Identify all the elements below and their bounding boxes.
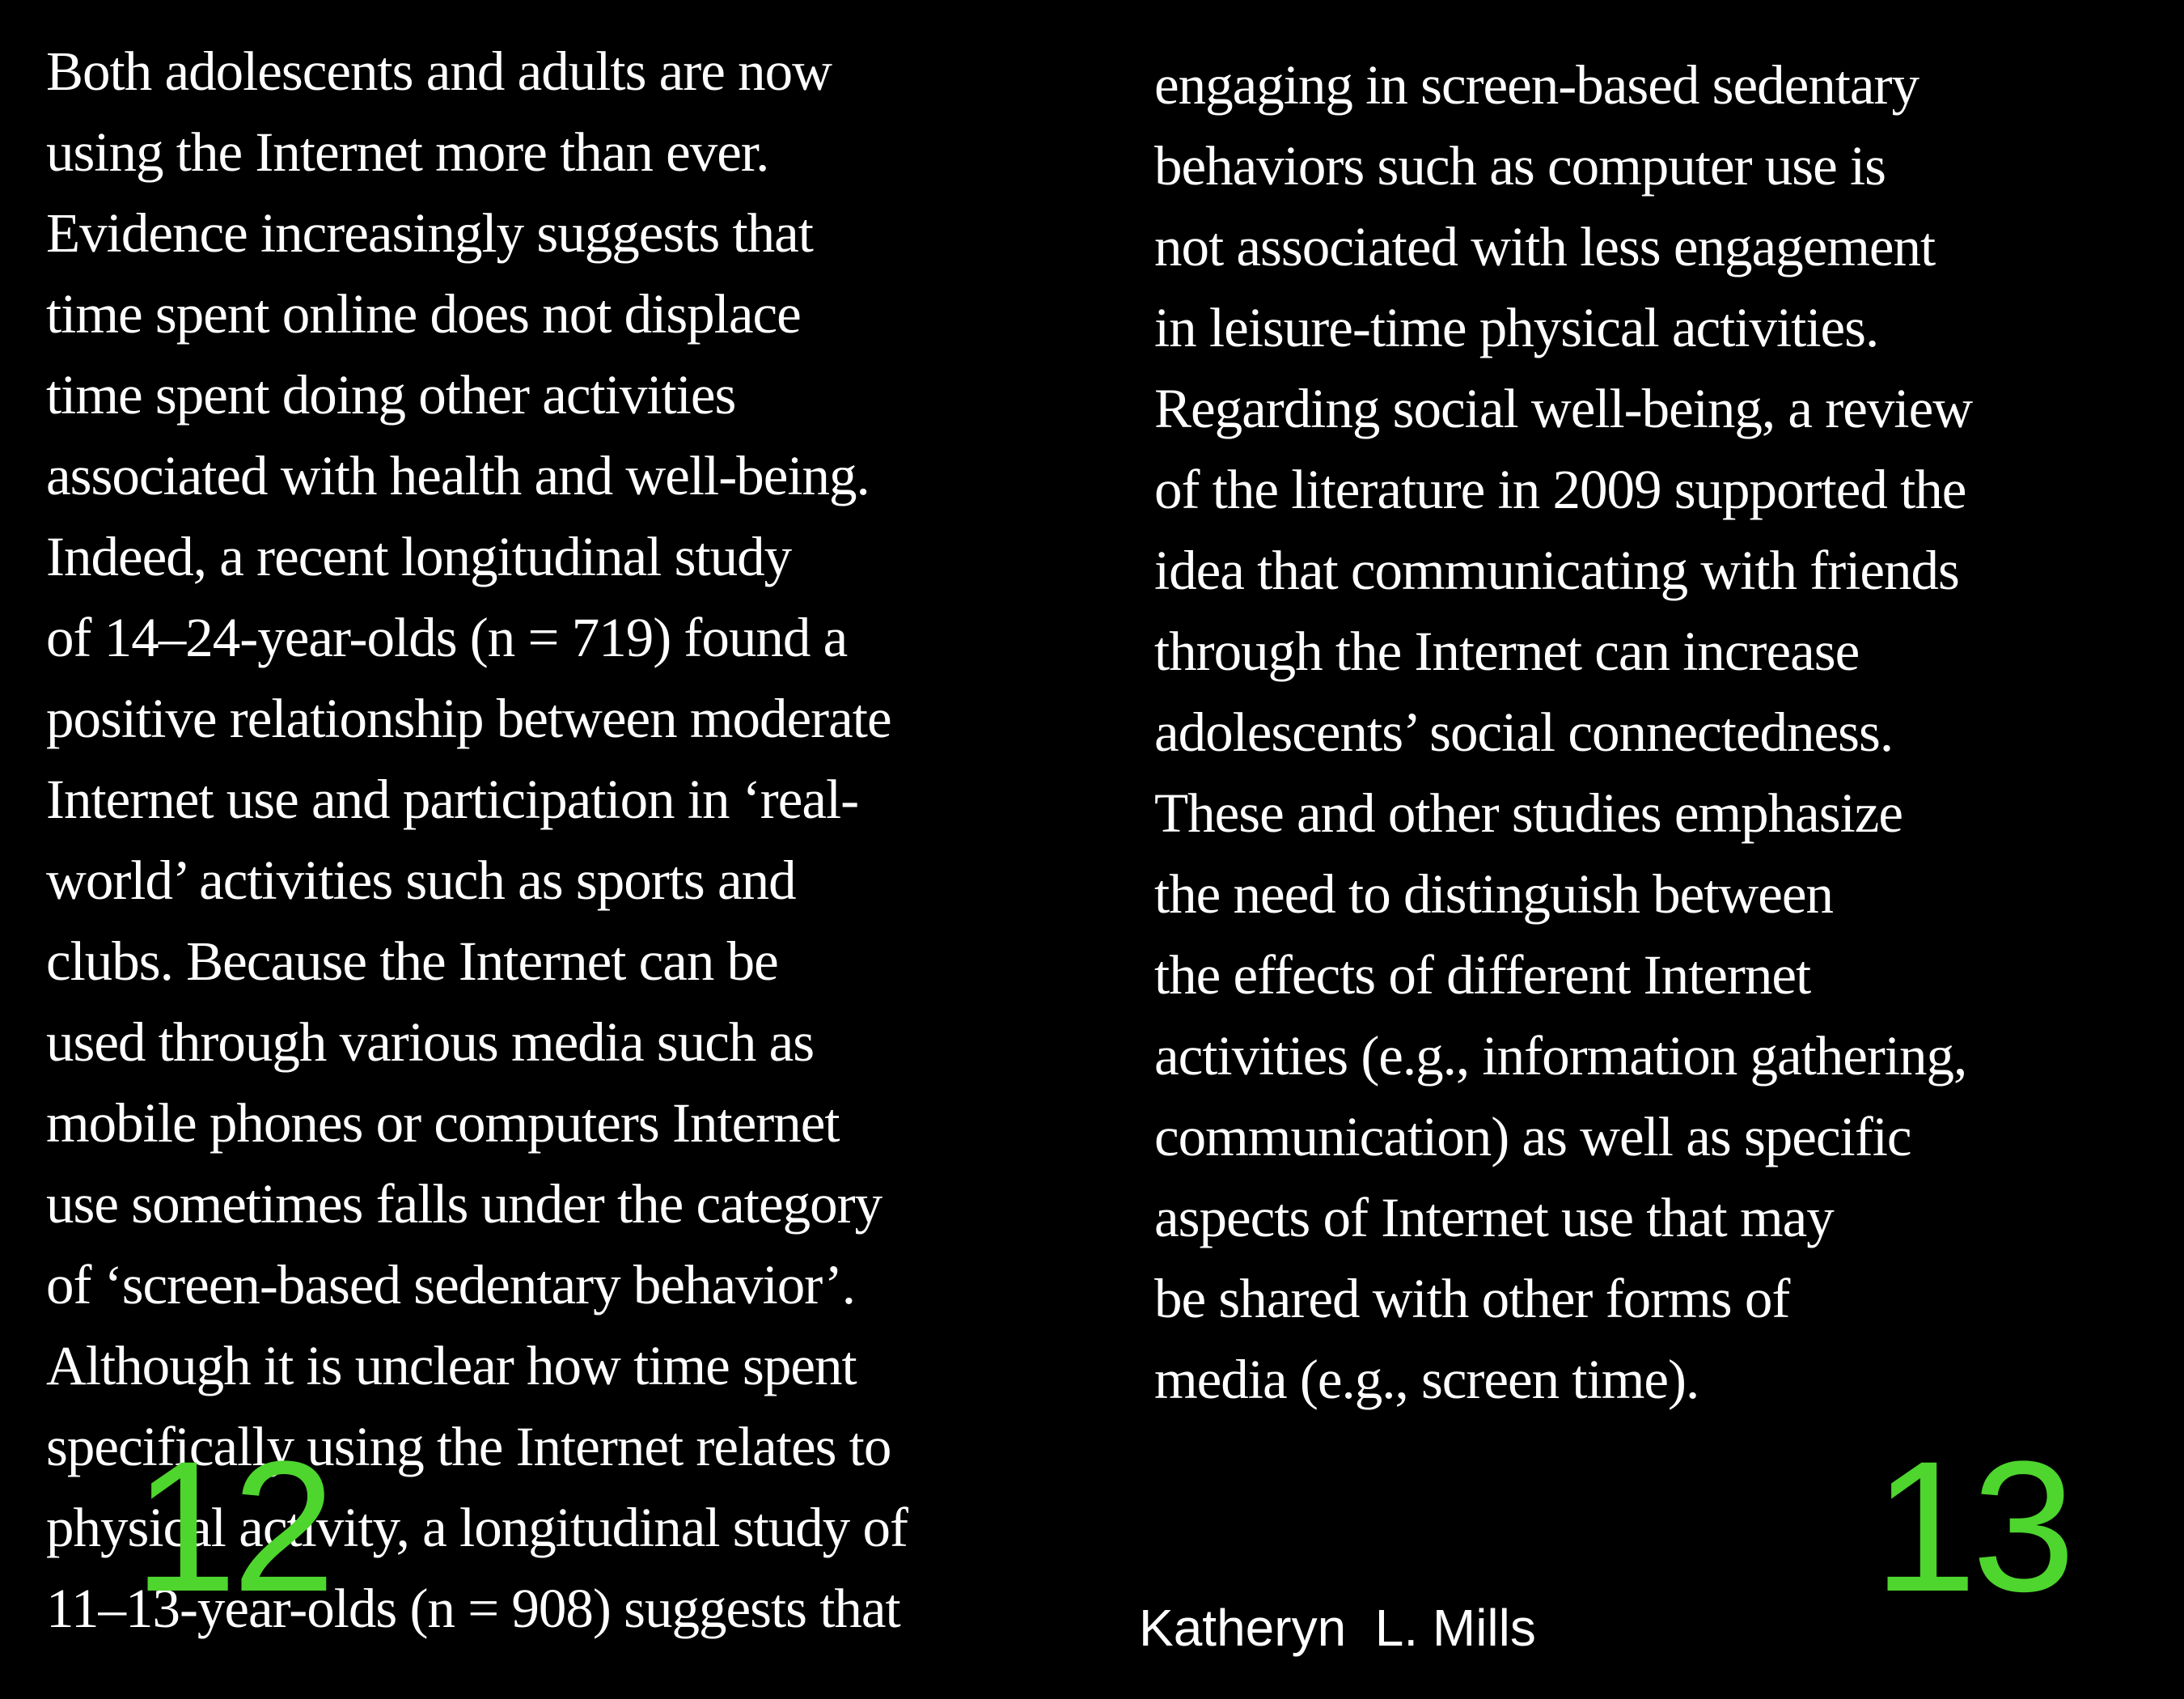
text-line: using the Internet more than ever.: [46, 121, 769, 183]
text-line: Although it is unclear how time spent: [46, 1335, 857, 1396]
text-line: Indeed, a recent longitudinal study: [46, 526, 792, 587]
text-line: in leisure-time physical activities.: [1154, 297, 1879, 358]
text-line: time spent online does not displace: [46, 283, 802, 345]
right-page: engaging in screen-based sedentary behav…: [1092, 0, 2184, 1699]
left-body-text: Both adolescents and adults are now usin…: [46, 31, 908, 1649]
text-line: use sometimes falls under the category: [46, 1173, 882, 1235]
text-line: of the literature in 2009 supported the: [1154, 459, 1966, 520]
text-line: aspects of Internet use that may: [1154, 1187, 1835, 1248]
text-line: idea that communicating with friends: [1154, 540, 1960, 601]
text-line: Regarding social well-being, a review: [1154, 378, 1973, 439]
text-line: engaging in screen-based sedentary: [1154, 54, 1919, 116]
text-line: the effects of different Internet: [1154, 944, 1811, 1006]
page-number-left: 12: [133, 1422, 336, 1630]
text-line: Evidence increasingly suggests that: [46, 202, 814, 264]
text-line: mobile phones or computers Internet: [46, 1092, 840, 1154]
text-line: clubs. Because the Internet can be: [46, 930, 779, 992]
text-line: associated with health and well-being.: [46, 445, 870, 506]
text-line: world’ activities such as sports and: [46, 850, 797, 911]
text-line: media (e.g., screen time).: [1154, 1349, 1699, 1410]
text-line: the need to distinguish between: [1154, 863, 1834, 925]
text-line: of 14–24-year-olds (n = 719) found a: [46, 607, 848, 668]
text-line: time spent doing other activities: [46, 364, 736, 426]
text-line: adolescents’ social connectedness.: [1154, 701, 1894, 763]
text-line: through the Internet can increase: [1154, 621, 1860, 682]
text-line: used through various media such as: [46, 1011, 815, 1073]
text-line: behaviors such as computer use is: [1154, 135, 1886, 197]
author-name: Katheryn L. Mills: [1139, 1599, 1536, 1657]
text-line: not associated with less engagement: [1154, 216, 1936, 278]
text-line: Both adolescents and adults are now: [46, 40, 832, 102]
text-line: of ‘screen-based sedentary behavior’.: [46, 1254, 856, 1316]
text-line: Internet use and participation in ‘real-: [46, 769, 859, 830]
page-number-right: 13: [1873, 1422, 2076, 1630]
left-page: Both adolescents and adults are now usin…: [0, 0, 1092, 1699]
text-line: activities (e.g., information gathering,: [1154, 1025, 1967, 1087]
text-line: positive relationship between moderate: [46, 688, 892, 749]
text-line: These and other studies emphasize: [1154, 782, 1903, 844]
right-body-text: engaging in screen-based sedentary behav…: [1154, 44, 1973, 1420]
text-line: communication) as well as specific: [1154, 1106, 1912, 1167]
text-line: be shared with other forms of: [1154, 1268, 1790, 1329]
